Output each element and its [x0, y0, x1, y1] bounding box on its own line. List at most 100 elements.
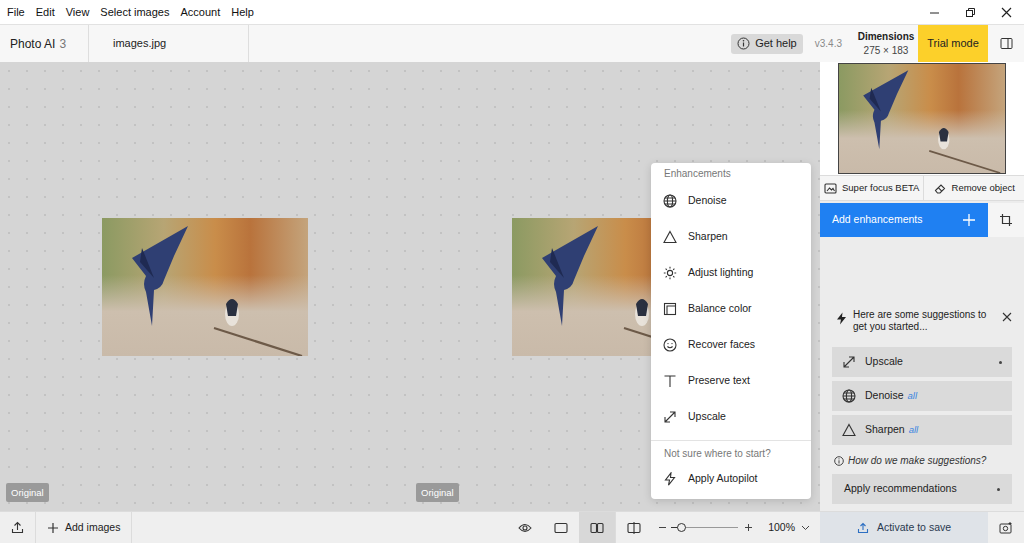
zoom-knob[interactable]: [677, 523, 686, 532]
minimize-icon[interactable]: [916, 0, 952, 24]
photo: [839, 64, 1005, 173]
suggestions-intro: Here are some suggestions to get you sta…: [853, 309, 996, 333]
thumbnail-area: [820, 62, 1024, 175]
image-pane: Original: [0, 62, 410, 511]
menu-item[interactable]: File: [7, 4, 25, 21]
menu-item[interactable]: Help: [231, 4, 254, 21]
single-view-icon[interactable]: [543, 512, 579, 543]
snapshot-icon[interactable]: [988, 512, 1024, 543]
menu-items: File Edit View Select images Account Help: [0, 4, 254, 21]
enhancement-item[interactable]: Adjust lighting: [651, 255, 811, 291]
autopilot-label: Apply Autopilot: [688, 471, 757, 487]
face-icon: [663, 338, 677, 352]
menu-item[interactable]: Account: [180, 4, 220, 21]
upscale-icon: [663, 410, 677, 424]
add-images-label: Add images: [65, 520, 120, 536]
enhancement-item[interactable]: Sharpen: [651, 219, 811, 255]
tool-label: Remove object: [952, 181, 1015, 195]
photo: [102, 218, 308, 356]
split-compare-icon[interactable]: [615, 512, 651, 543]
zoom-slider[interactable]: [671, 527, 738, 528]
side-by-side-icon[interactable]: [579, 512, 615, 543]
zoom-in-icon[interactable]: [742, 523, 754, 532]
app-title: Photo AI 3: [0, 25, 89, 62]
version-label: v3.4.3: [815, 36, 842, 51]
add-enhancements-label: Add enhancements: [832, 212, 922, 228]
dimensions-value: 275 × 183: [864, 44, 909, 58]
text-icon: [663, 374, 677, 388]
menu-heading: Enhancements: [651, 167, 811, 181]
bottom-bar: Add images 100% Activate to save: [0, 511, 1024, 543]
zoom-fill: [671, 527, 680, 528]
file-name: images.jpg: [113, 35, 166, 52]
apply-recommendations-button[interactable]: Apply recommendations: [832, 474, 1012, 504]
file-tab[interactable]: images.jpg: [89, 25, 249, 62]
activate-label: Activate to save: [877, 520, 951, 536]
thumbnail[interactable]: [838, 63, 1006, 174]
triangle-icon: [842, 423, 856, 437]
suggestion-label: Sharpen: [865, 422, 905, 438]
pending-dot: [997, 488, 1000, 491]
globe-icon: [663, 194, 677, 208]
zoom-out-icon[interactable]: [657, 523, 667, 532]
crop-icon[interactable]: [988, 203, 1024, 237]
original-label: Original: [6, 483, 49, 502]
dimensions-label: Dimensions: [858, 30, 915, 44]
upscale-icon: [842, 355, 856, 369]
chevron-down-icon: [801, 525, 810, 531]
close-icon[interactable]: [1002, 312, 1012, 322]
activate-button[interactable]: Activate to save: [820, 512, 988, 543]
tool-button[interactable]: Remove object: [923, 176, 1024, 200]
add-enhancements-button[interactable]: Add enhancements: [820, 203, 988, 237]
pending-dot: [999, 395, 1002, 398]
enhancement-item[interactable]: Recover faces: [651, 327, 811, 363]
suggestion-button[interactable]: Sharpenall: [832, 415, 1012, 445]
menu-item[interactable]: View: [66, 4, 90, 21]
trial-badge[interactable]: Trial mode: [918, 25, 988, 62]
help-button[interactable]: Get help: [731, 34, 803, 54]
image-preview[interactable]: [102, 218, 308, 356]
suggestion-button[interactable]: Upscale: [832, 347, 1012, 377]
suggestion-button[interactable]: Denoiseall: [832, 381, 1012, 411]
menu-bar: File Edit View Select images Account Help: [0, 0, 1024, 24]
close-icon[interactable]: [988, 0, 1024, 24]
original-label: Original: [416, 483, 459, 502]
menu-item[interactable]: Edit: [36, 4, 55, 21]
tool-label: Super focus BETA: [842, 181, 919, 195]
enhancement-label: Recover faces: [688, 337, 755, 353]
menu-hint: Not sure where to start?: [651, 447, 811, 461]
plus-icon: [962, 213, 976, 227]
panel-toggle-icon[interactable]: [988, 25, 1024, 62]
canvas: Original Original Enhancements DenoiseSha…: [0, 62, 820, 511]
window-controls: [916, 0, 1024, 24]
eye-icon[interactable]: [507, 512, 543, 543]
export-icon[interactable]: [0, 512, 36, 543]
autopilot-item[interactable]: Apply Autopilot: [651, 465, 811, 493]
suggestions-help-link[interactable]: How do we make suggestions?: [848, 453, 986, 468]
right-panel: Super focus BETA Remove object Add enhanc…: [820, 62, 1024, 511]
enhancement-item[interactable]: Denoise: [651, 183, 811, 219]
enhancement-item[interactable]: Preserve text: [651, 363, 811, 399]
dimensions: Dimensions 275 × 183: [856, 30, 916, 58]
pending-dot: [999, 429, 1002, 432]
enhancement-item[interactable]: Upscale: [651, 399, 811, 435]
suggestions: Here are some suggestions to get you sta…: [820, 237, 1024, 511]
help-label: Get help: [755, 35, 797, 52]
lightning-icon: [663, 472, 677, 486]
toolbar: Photo AI 3 images.jpg Get help v3.4.3 Di…: [0, 24, 1024, 62]
balance-icon: [663, 302, 677, 316]
add-images-button[interactable]: Add images: [36, 512, 132, 543]
pending-dot: [999, 361, 1002, 364]
zoom-dropdown[interactable]: 100%: [768, 520, 810, 536]
enhancement-label: Adjust lighting: [688, 265, 753, 281]
suggestion-label: Denoise: [865, 388, 904, 404]
app-version-badge: 3: [59, 35, 66, 53]
menu-item[interactable]: Select images: [100, 4, 169, 21]
tool-button[interactable]: Super focus BETA: [820, 176, 923, 200]
restore-icon[interactable]: [952, 0, 988, 24]
suggestion-label: Upscale: [865, 354, 903, 370]
export-icon: [857, 522, 869, 534]
info-icon: [737, 37, 750, 50]
enhancement-item[interactable]: Balance color: [651, 291, 811, 327]
enhancement-label: Preserve text: [688, 373, 750, 389]
